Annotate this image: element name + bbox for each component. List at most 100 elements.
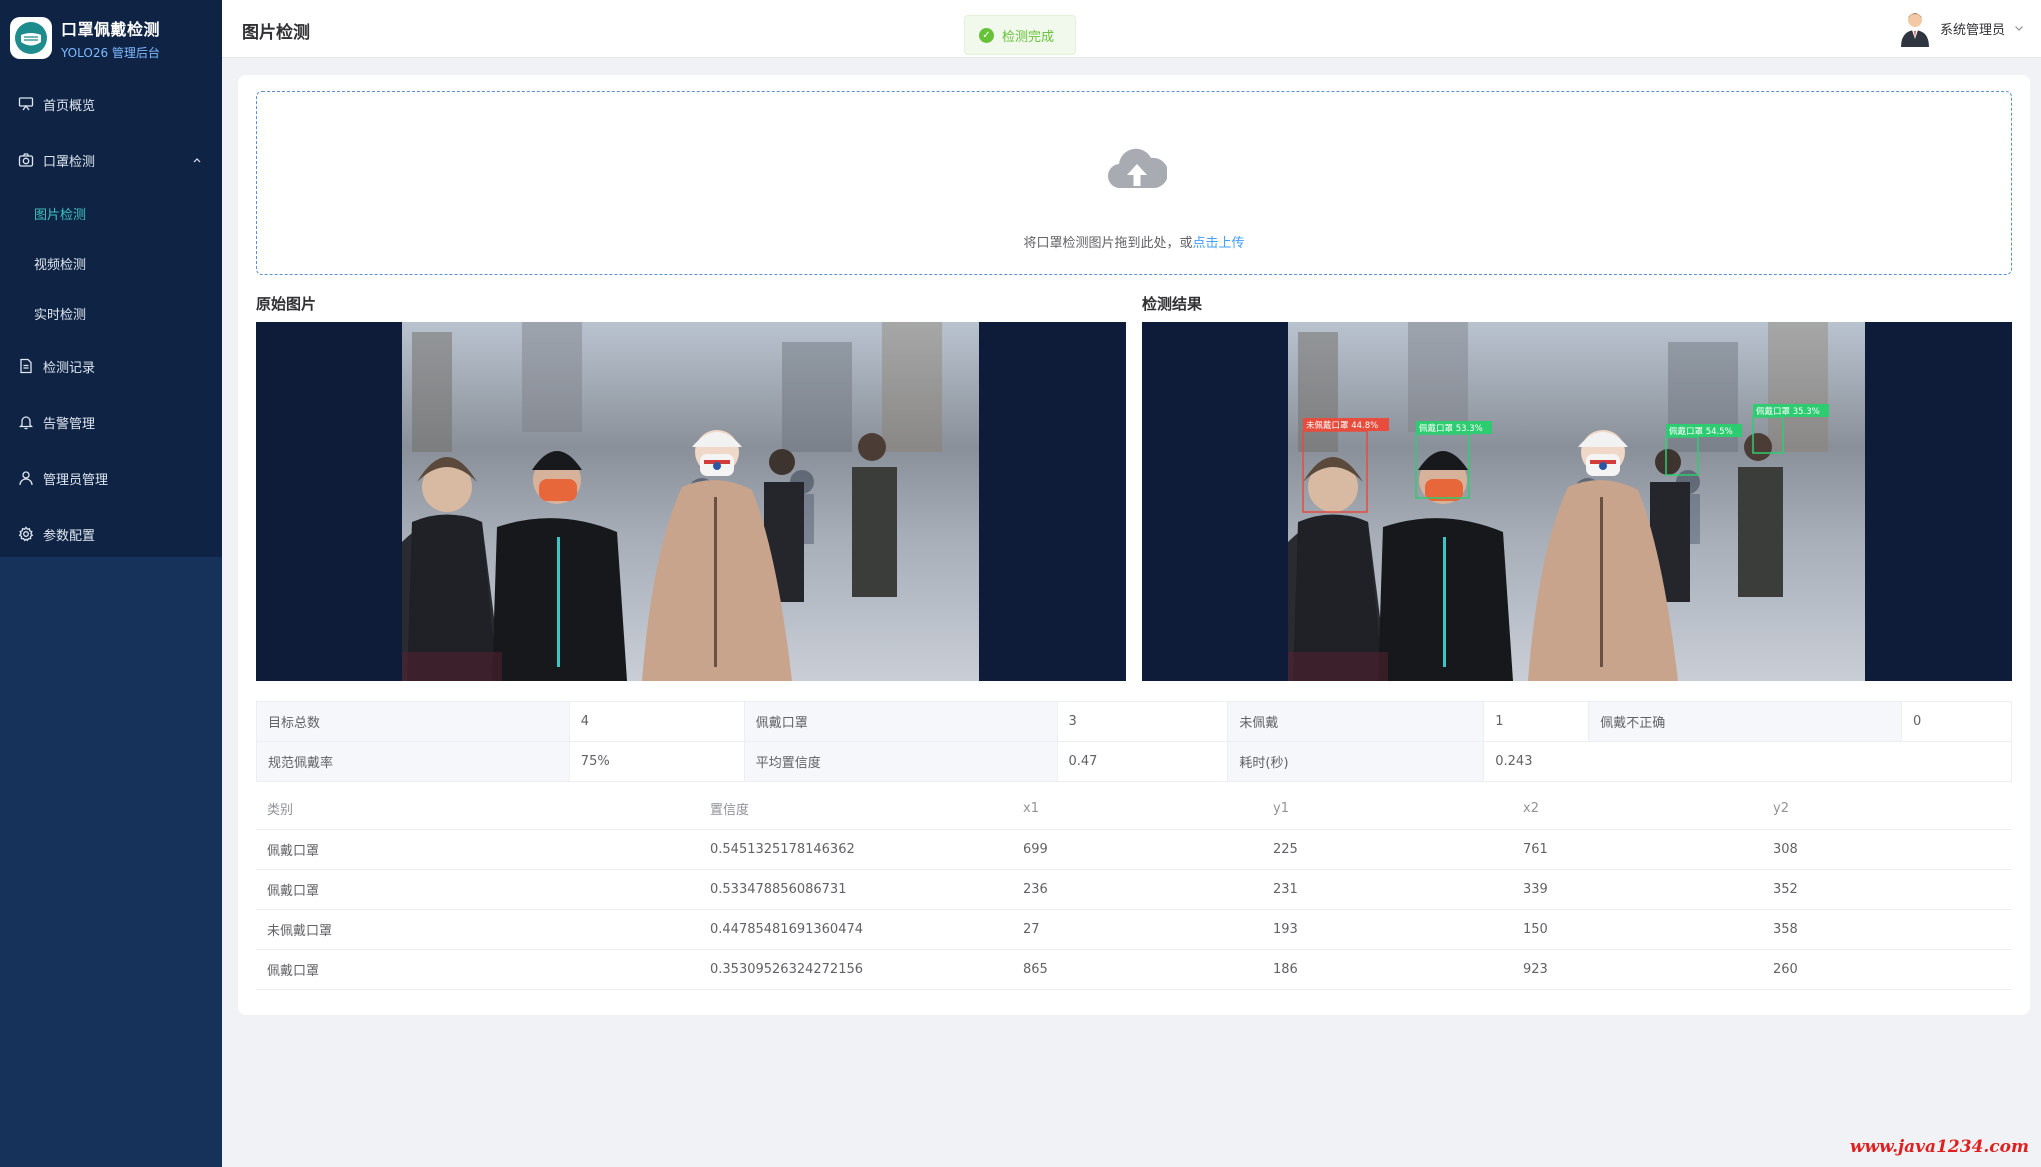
table-cell: 225 — [1262, 829, 1512, 870]
table-cell: 231 — [1262, 869, 1512, 910]
table-cell: 佩戴口罩 — [256, 829, 699, 870]
table-row: 佩戴口罩 0.5451325178146362 699 225 761 308 — [256, 829, 2012, 870]
column-header: x1 — [1012, 789, 1262, 830]
original-photo — [402, 322, 979, 681]
stat-value-incorrect: 0 — [1900, 701, 2013, 742]
check-circle-icon: ✓ — [979, 27, 994, 43]
toast-message: 检测完成 — [1002, 29, 1055, 45]
table-cell: 0.533478856086731 — [699, 869, 1012, 910]
mask-logo-icon — [10, 17, 52, 59]
upload-link[interactable]: 点击上传 — [1193, 236, 1245, 251]
user-menu[interactable]: 系统管理员 — [1898, 9, 2025, 47]
sidebar-item-label: 口罩检测 — [43, 154, 96, 170]
table-row: 佩戴口罩 0.533478856086731 236 231 339 352 — [256, 869, 2012, 910]
sidebar: 口罩佩戴检测 YOLO26 管理后台 首页概览 口罩检测 图片检测 视频检测 实… — [0, 0, 222, 1167]
sidebar-item-admins[interactable]: 管理员管理 — [0, 450, 222, 506]
stat-value-rate: 75% — [568, 741, 745, 782]
watermark: www.java1234.com — [1849, 1137, 2029, 1157]
document-icon — [18, 358, 34, 374]
chevron-down-icon — [2015, 26, 2023, 31]
page-title: 图片检测 — [242, 23, 310, 43]
table-header-row: 类别 置信度 x1 y1 x2 y2 — [256, 789, 2012, 830]
upload-hint: 将口罩检测图片拖到此处，或点击上传 — [257, 232, 2011, 251]
original-image-title: 原始图片 — [256, 295, 317, 313]
table-cell: 193 — [1262, 909, 1512, 950]
table-cell: 236 — [1012, 869, 1262, 910]
gear-icon — [18, 526, 34, 542]
table-cell: 699 — [1012, 829, 1262, 870]
stat-value-time: 0.243 — [1483, 741, 2012, 782]
camera-icon — [18, 152, 34, 168]
sidebar-item-dashboard[interactable]: 首页概览 — [0, 76, 222, 132]
table-cell: 未佩戴口罩 — [256, 909, 699, 950]
stats-row: 规范佩戴率 75% 平均置信度 0.47 耗时(秒) 0.243 — [256, 741, 2012, 782]
stat-label: 规范佩戴率 — [256, 741, 570, 782]
bell-icon — [18, 414, 34, 430]
table-cell: 佩戴口罩 — [256, 949, 699, 990]
brand-title: 口罩佩戴检测 — [61, 19, 161, 39]
dashboard-icon — [18, 96, 34, 112]
column-header: y1 — [1262, 789, 1512, 830]
sidebar-subitem-realtime-detection[interactable]: 实时检测 — [0, 288, 222, 338]
table-cell: 186 — [1262, 949, 1512, 990]
table-cell: 923 — [1512, 949, 1762, 990]
table-cell: 260 — [1762, 949, 2012, 990]
detection-label: 佩戴口罩 54.5% — [1669, 426, 1733, 437]
detection-label: 佩戴口罩 35.3% — [1756, 406, 1820, 417]
stat-value-masked: 3 — [1056, 701, 1229, 742]
brand-subtitle: YOLO26 管理后台 — [61, 45, 160, 60]
original-image-panel — [256, 322, 1126, 681]
detections-table: 类别 置信度 x1 y1 x2 y2 佩戴口罩 0.54513251781463… — [256, 789, 2012, 990]
table-cell: 352 — [1762, 869, 2012, 910]
stat-label: 耗时(秒) — [1227, 741, 1485, 782]
sidebar-subitem-image-detection[interactable]: 图片检测 — [0, 188, 222, 238]
table-cell: 150 — [1512, 909, 1762, 950]
table-cell: 308 — [1762, 829, 2012, 870]
detection-label: 未佩戴口罩 44.8% — [1306, 420, 1378, 431]
user-name: 系统管理员 — [1939, 22, 2005, 38]
sidebar-item-alerts[interactable]: 告警管理 — [0, 394, 222, 450]
table-cell: 27 — [1012, 909, 1262, 950]
upload-hint-text: 将口罩检测图片拖到此处，或 — [1023, 236, 1193, 251]
table-row: 未佩戴口罩 0.44785481691360474 27 193 150 358 — [256, 909, 2012, 950]
brand: 口罩佩戴检测 YOLO26 管理后台 — [0, 0, 222, 76]
success-toast: ✓ 检测完成 — [964, 15, 1076, 55]
column-header: y2 — [1762, 789, 2012, 830]
stat-value-avgconf: 0.47 — [1056, 741, 1229, 782]
table-cell: 339 — [1512, 869, 1762, 910]
stat-label: 未佩戴 — [1227, 701, 1485, 742]
table-cell: 358 — [1762, 909, 2012, 950]
sidebar-item-mask-detection[interactable]: 口罩检测 — [0, 132, 222, 188]
top-header: 图片检测 ✓ 检测完成 系统管理员 — [222, 0, 2041, 58]
table-cell: 761 — [1512, 829, 1762, 870]
cloud-upload-icon — [1108, 148, 1167, 189]
table-cell: 佩戴口罩 — [256, 869, 699, 910]
avatar — [1900, 13, 1929, 47]
table-cell: 0.5451325178146362 — [699, 829, 1012, 870]
sidebar-item-settings[interactable]: 参数配置 — [0, 506, 222, 562]
result-image-panel: 未佩戴口罩 44.8% 佩戴口罩 53.3% 佩戴口罩 54.5% 佩戴口罩 3… — [1142, 322, 2012, 681]
sidebar-subitem-video-detection[interactable]: 视频检测 — [0, 238, 222, 288]
sidebar-menu: 口罩佩戴检测 YOLO26 管理后台 首页概览 口罩检测 图片检测 视频检测 实… — [0, 0, 222, 557]
stat-label: 佩戴口罩 — [743, 701, 1058, 742]
sidebar-item-label: 管理员管理 — [43, 472, 109, 488]
stats-row: 目标总数 4 佩戴口罩 3 未佩戴 1 佩戴不正确 0 — [256, 701, 2013, 742]
table-cell: 0.35309526324272156 — [699, 949, 1012, 990]
result-image-title: 检测结果 — [1142, 295, 1203, 313]
summary-stats-table: 目标总数 4 佩戴口罩 3 未佩戴 1 佩戴不正确 0 规范佩戴率 75% 平均… — [256, 701, 2013, 782]
column-header: x2 — [1512, 789, 1762, 830]
stat-label: 平均置信度 — [743, 741, 1058, 782]
chevron-up-icon — [192, 154, 202, 169]
stat-value-unmasked: 1 — [1483, 701, 1590, 742]
table-row: 佩戴口罩 0.35309526324272156 865 186 923 260 — [256, 949, 2012, 990]
table-cell: 865 — [1012, 949, 1262, 990]
sidebar-item-records[interactable]: 检测记录 — [0, 338, 222, 394]
detection-label: 佩戴口罩 53.3% — [1419, 423, 1483, 434]
table-cell: 0.44785481691360474 — [699, 909, 1012, 950]
sidebar-item-label: 首页概览 — [43, 98, 96, 114]
upload-dropzone[interactable]: 将口罩检测图片拖到此处，或点击上传 — [256, 91, 2012, 275]
column-header: 类别 — [256, 789, 699, 830]
result-photo: 未佩戴口罩 44.8% 佩戴口罩 53.3% 佩戴口罩 54.5% 佩戴口罩 3… — [1288, 322, 1865, 681]
sidebar-item-label: 告警管理 — [43, 416, 96, 432]
main-card: 将口罩检测图片拖到此处，或点击上传 原始图片 检测结果 未佩戴口罩 44.8% … — [238, 75, 2030, 1015]
